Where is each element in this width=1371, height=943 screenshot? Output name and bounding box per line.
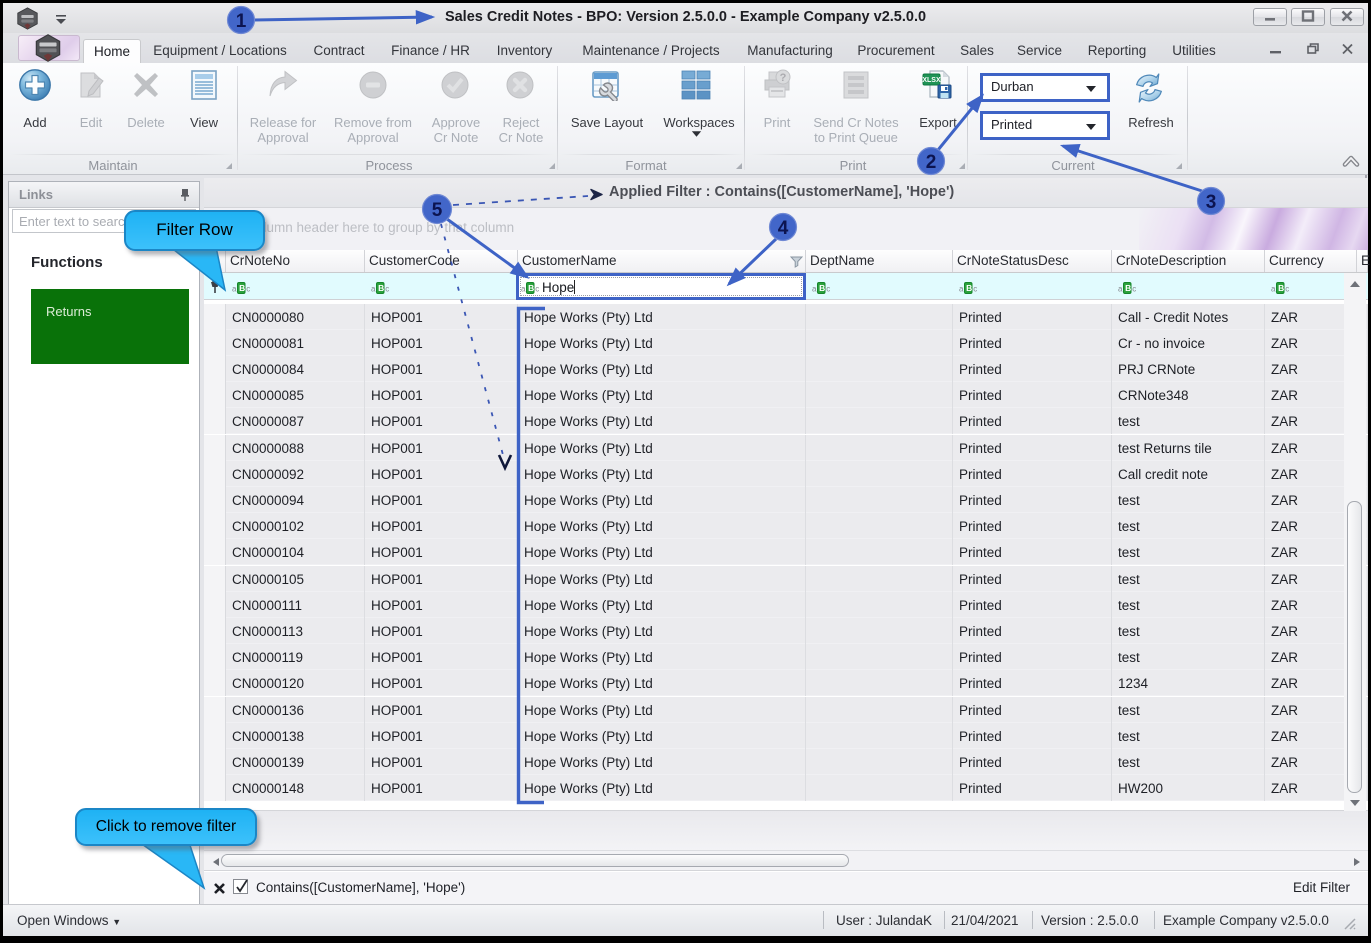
svg-text:B: B (966, 283, 972, 293)
svg-text:c: c (385, 285, 389, 294)
svg-text:a: a (812, 285, 817, 294)
svg-text:B: B (528, 283, 534, 293)
svg-text:a: a (1271, 285, 1276, 294)
svg-text:B: B (819, 283, 825, 293)
svg-text:c: c (535, 285, 539, 294)
svg-text:B: B (1125, 283, 1131, 293)
svg-text:a: a (1118, 285, 1123, 294)
svg-text:a: a (232, 285, 237, 294)
svg-text:a: a (521, 285, 526, 294)
svg-text:c: c (826, 285, 830, 294)
svg-text:B: B (378, 283, 384, 293)
svg-text:a: a (959, 285, 964, 294)
svg-text:?: ? (780, 72, 787, 84)
svg-text:c: c (1132, 285, 1136, 294)
svg-text:c: c (246, 285, 250, 294)
svg-text:XLSX: XLSX (922, 77, 941, 84)
svg-text:c: c (973, 285, 977, 294)
svg-text:a: a (371, 285, 376, 294)
svg-text:B: B (239, 283, 245, 293)
svg-text:B: B (1278, 283, 1284, 293)
svg-text:c: c (1285, 285, 1289, 294)
